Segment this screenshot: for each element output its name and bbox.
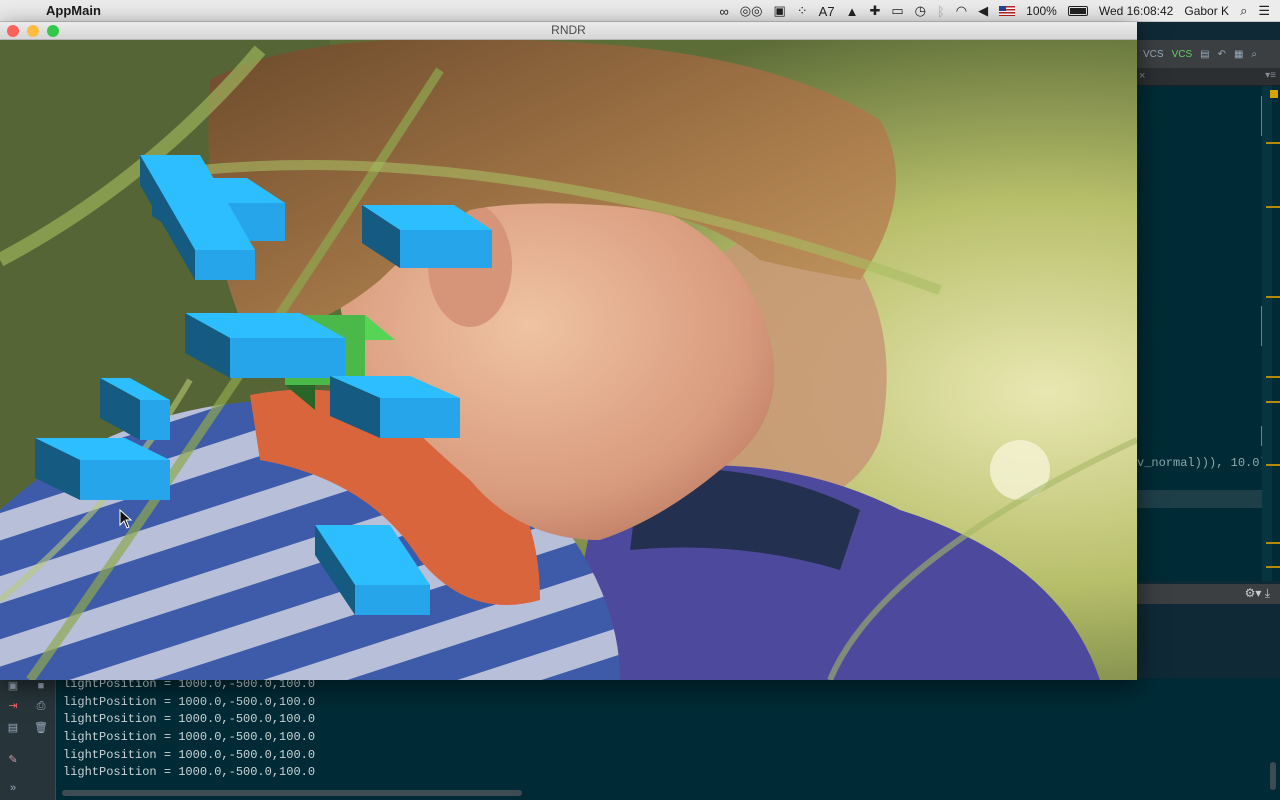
user-name[interactable]: Gabor K bbox=[1184, 4, 1229, 18]
notification-center-icon[interactable]: ☰ bbox=[1258, 3, 1270, 19]
console-line: lightPosition = 1000.0,-500.0,100.0 bbox=[63, 712, 316, 727]
drive-icon[interactable]: ▲ bbox=[846, 4, 859, 19]
spotlight-search-icon[interactable]: ⌕ bbox=[1240, 3, 1247, 19]
rerun-icon[interactable]: ▣ bbox=[6, 680, 20, 692]
infinity-icon[interactable]: ∞ bbox=[719, 4, 728, 19]
console-line: lightPosition = 1000.0,-500.0,100.0 bbox=[63, 747, 316, 762]
grid-icon[interactable]: ⁘ bbox=[797, 3, 808, 19]
adobe-count: 7 bbox=[827, 3, 835, 19]
exit-icon[interactable]: ⇥ bbox=[6, 700, 20, 712]
change-marker bbox=[1261, 306, 1262, 346]
vcs-commit-button[interactable]: VCS bbox=[1172, 49, 1193, 60]
close-tab-icon[interactable]: × bbox=[1139, 70, 1145, 82]
battery-icon[interactable] bbox=[1067, 6, 1088, 16]
scroll-marker bbox=[1266, 464, 1280, 466]
code-line: v_normal))), 10.0); bbox=[1137, 456, 1274, 470]
scroll-marker bbox=[1266, 296, 1280, 298]
stop-icon[interactable]: ■ bbox=[34, 680, 48, 692]
clock[interactable]: Wed 16:08:42 bbox=[1099, 4, 1174, 18]
rndr-window: RNDR bbox=[0, 22, 1137, 680]
scroll-marker bbox=[1266, 566, 1280, 568]
pin-icon[interactable]: ✎ bbox=[6, 754, 20, 766]
status-area: ∞ ◎◎ ▣ ⁘ A7 ▲ ✚ ▭ ◷ ᛒ ◠ ◀ 100% Wed 16:08… bbox=[719, 0, 1270, 22]
us-flag-icon[interactable] bbox=[999, 6, 1016, 16]
battery-percent[interactable]: 100% bbox=[1026, 4, 1057, 18]
box-front-face bbox=[380, 398, 460, 438]
structure-icon[interactable]: ▦ bbox=[1234, 49, 1243, 60]
console-toolbar: ▣ ■ ⇥ ⎙ ▤ 🗑 ✎ » bbox=[0, 678, 56, 800]
window-titlebar[interactable]: RNDR bbox=[0, 22, 1137, 40]
vertical-scrollbar[interactable] bbox=[1270, 762, 1276, 790]
horizontal-scrollbar[interactable] bbox=[62, 790, 522, 796]
code-editor[interactable]: v_normal))), 10.0); bbox=[1137, 86, 1280, 581]
scroll-marker bbox=[1266, 542, 1280, 544]
gear-icon[interactable]: ⚙▾ ⤓ bbox=[1245, 586, 1270, 601]
scroll-marker bbox=[1266, 401, 1280, 403]
window-title: RNDR bbox=[551, 23, 586, 37]
print-icon[interactable]: ⎙ bbox=[34, 700, 48, 712]
box-front-face bbox=[140, 400, 170, 440]
time-machine-icon[interactable]: ◷ bbox=[915, 3, 926, 19]
box-front-face bbox=[80, 460, 170, 500]
scroll-marker bbox=[1266, 206, 1280, 208]
glasses-icon[interactable]: ◎◎ bbox=[740, 3, 763, 19]
adobe-icon[interactable]: A7 bbox=[819, 4, 835, 19]
console-line: lightPosition = 1000.0,-500.0,100.0 bbox=[63, 694, 316, 709]
layout-icon[interactable]: ▤ bbox=[6, 722, 20, 734]
box-front-face bbox=[195, 250, 255, 280]
app-name-menu[interactable]: AppMain bbox=[46, 3, 101, 18]
plus-icon[interactable]: ✚ bbox=[869, 3, 880, 19]
menu-bar: AppMain ∞ ◎◎ ▣ ⁘ A7 ▲ ✚ ▭ ◷ ᛒ ◠ ◀ 100% W… bbox=[0, 0, 1280, 22]
change-marker bbox=[1261, 96, 1262, 136]
airplay-icon[interactable]: ▭ bbox=[891, 3, 903, 19]
run-console: ▣ ■ ⇥ ⎙ ▤ 🗑 ✎ » lightPosition = 1000.0,-… bbox=[0, 677, 1280, 800]
wifi-icon[interactable]: ◠ bbox=[956, 3, 967, 19]
robot-icon[interactable]: ▣ bbox=[773, 3, 785, 19]
editor-tabs: × ▾≡ bbox=[1137, 68, 1280, 86]
warning-icon[interactable] bbox=[1270, 90, 1278, 98]
search-icon[interactable]: ⌕ bbox=[1251, 49, 1257, 60]
volume-icon[interactable]: ◀ bbox=[978, 3, 988, 19]
console-output: lightPosition = 1000.0,-500.0,100.0 ligh… bbox=[63, 677, 316, 782]
render-canvas[interactable] bbox=[0, 40, 1137, 680]
history-icon[interactable]: ▤ bbox=[1200, 49, 1209, 60]
render-scene bbox=[0, 40, 1137, 680]
run-panel-header: ⚙▾ ⤓ bbox=[1137, 584, 1280, 604]
change-marker bbox=[1261, 426, 1262, 446]
ide-toolbar: VCS VCS ▤ ↶ ▦ ⌕ bbox=[1137, 40, 1280, 68]
scroll-marker bbox=[1266, 376, 1280, 378]
caret-row bbox=[1137, 490, 1262, 508]
trash-icon[interactable]: 🗑 bbox=[34, 722, 48, 734]
undo-icon[interactable]: ↶ bbox=[1218, 49, 1226, 60]
box-front-face bbox=[355, 585, 430, 615]
expand-icon[interactable]: » bbox=[6, 782, 20, 794]
tab-menu-icon[interactable]: ▾≡ bbox=[1265, 70, 1276, 81]
editor-gutter bbox=[1262, 86, 1272, 581]
console-line: lightPosition = 1000.0,-500.0,100.0 bbox=[63, 730, 316, 745]
bluetooth-icon[interactable]: ᛒ bbox=[937, 4, 945, 19]
scroll-marker bbox=[1266, 142, 1280, 144]
console-line: lightPosition = 1000.0,-500.0,100.0 bbox=[63, 765, 316, 780]
box-front-face bbox=[230, 338, 345, 378]
vcs-update-button[interactable]: VCS bbox=[1143, 49, 1164, 60]
box-front-face bbox=[400, 230, 492, 268]
